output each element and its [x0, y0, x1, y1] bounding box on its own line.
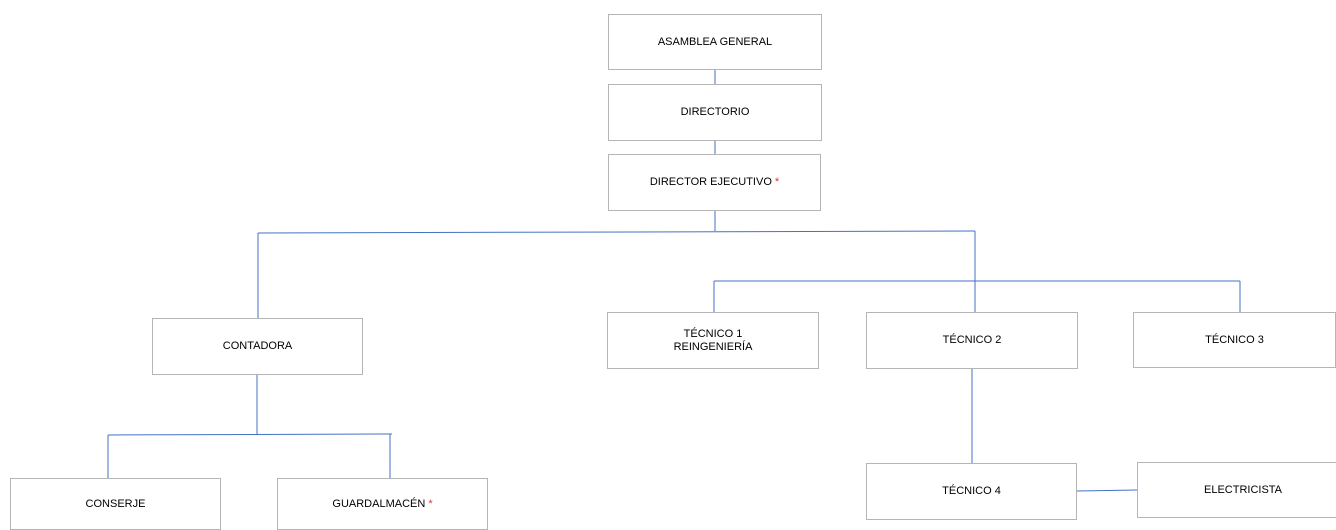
node-label: ELECTRICISTA: [1203, 483, 1283, 496]
node-director-ejecutivo: DIRECTOR EJECUTIVO *: [608, 154, 821, 211]
node-label-line1: TÉCNICO 1: [683, 327, 743, 340]
node-tecnico-3: TÉCNICO 3: [1133, 312, 1336, 368]
node-guardalmacen: GUARDALMACÉN *: [277, 478, 488, 530]
node-label: GUARDALMACÉN: [332, 497, 426, 510]
node-asamblea-general: ASAMBLEA GENERAL: [608, 14, 822, 70]
node-label-line2: REINGENIERÍA: [673, 340, 753, 353]
asterisk-marker: *: [428, 497, 433, 510]
node-label: ASAMBLEA GENERAL: [657, 35, 773, 48]
node-label: TÉCNICO 2: [942, 334, 1002, 346]
asterisk-marker: *: [774, 176, 780, 188]
node-label: DIRECTORIO: [680, 106, 750, 118]
node-label: TÉCNICO 3: [1205, 333, 1264, 346]
connector-tecnico4-electricista: [1076, 489, 1138, 492]
connector-main-horizontal: [257, 230, 976, 234]
node-label: DIRECTOR EJECUTIVO: [649, 176, 772, 188]
node-directorio: DIRECTORIO: [608, 84, 822, 141]
node-tecnico-4: TÉCNICO 4: [866, 463, 1077, 520]
connector-lines: [107, 69, 1241, 492]
node-tecnico-2: TÉCNICO 2: [866, 312, 1078, 369]
node-label: CONSERJE: [85, 497, 146, 510]
node-electricista: ELECTRICISTA: [1137, 462, 1336, 518]
node-label: CONTADORA: [222, 340, 293, 352]
node-conserje: CONSERJE: [10, 478, 221, 530]
node-tecnico-1: TÉCNICO 1 REINGENIERÍA: [607, 312, 819, 369]
node-label: TÉCNICO 4: [942, 485, 1001, 497]
node-contadora: CONTADORA: [152, 318, 363, 375]
connector-contadora-horizontal: [107, 433, 393, 436]
